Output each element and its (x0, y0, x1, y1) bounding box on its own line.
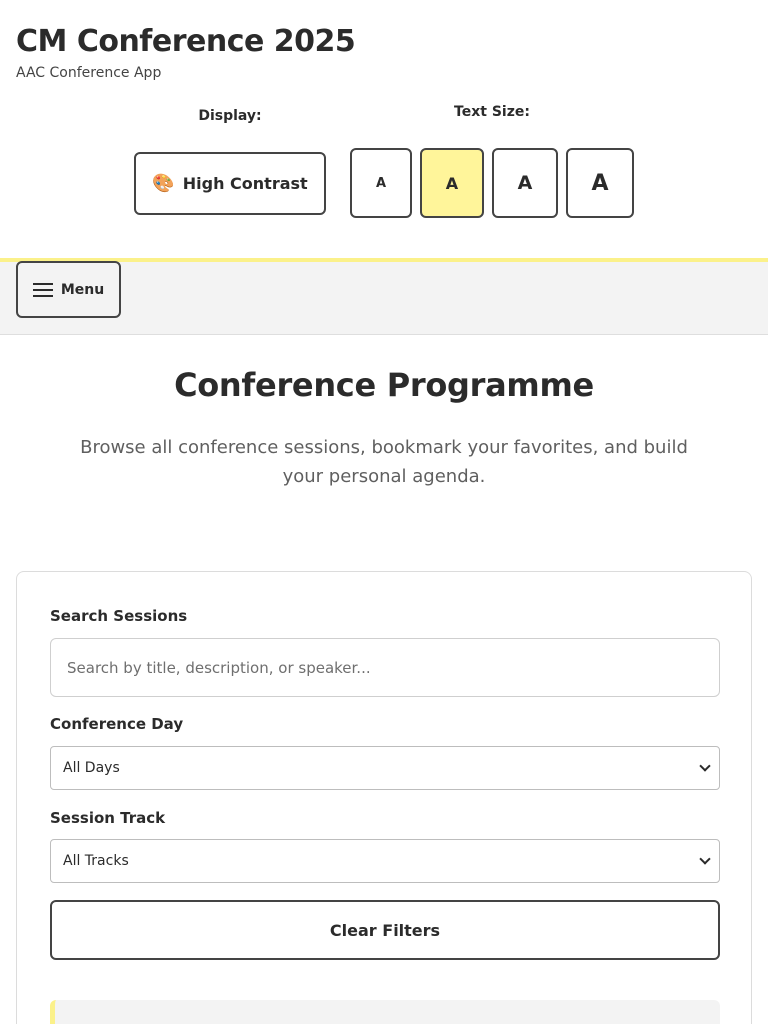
site-header: CM Conference 2025 AAC Conference App Di… (0, 0, 768, 262)
app-title: CM Conference 2025 (16, 24, 356, 59)
display-label: Display: (198, 108, 262, 124)
text-size-small-label: A (375, 175, 387, 191)
track-select[interactable]: All Tracks (50, 839, 720, 883)
menu-label: Menu (60, 281, 105, 298)
clear-filters-button[interactable]: Clear Filters (50, 900, 720, 960)
high-contrast-label: High Contrast (182, 174, 308, 193)
hamburger-icon (32, 282, 53, 297)
text-size-xlarge-button[interactable]: A (566, 148, 634, 218)
page-title: Conference Programme (174, 366, 594, 404)
page-intro: Browse all conference sessions, bookmark… (80, 437, 688, 487)
filter-card: Search Sessions Conference Day All Days … (16, 571, 752, 1024)
text-size-xlarge-label: A (591, 170, 609, 196)
text-size-label: Text Size: (454, 104, 530, 120)
day-select[interactable]: All Days (50, 746, 720, 790)
navbar: Menu (0, 261, 768, 335)
text-size-large-label: A (517, 172, 533, 194)
text-size-medium-button[interactable]: A (420, 148, 484, 218)
search-label: Search Sessions (50, 607, 188, 625)
chevron-down-icon (699, 760, 711, 772)
app-subtitle: AAC Conference App (16, 65, 162, 81)
day-select-value: All Days (63, 760, 120, 776)
day-label: Conference Day (50, 715, 184, 733)
menu-button[interactable]: Menu (16, 261, 121, 318)
high-contrast-button[interactable]: 🎨 High Contrast (134, 152, 326, 215)
text-size-large-button[interactable]: A (492, 148, 558, 218)
results-notice (50, 1000, 720, 1024)
text-size-small-button[interactable]: A (350, 148, 412, 218)
track-label: Session Track (50, 809, 166, 827)
search-input[interactable] (50, 638, 720, 697)
track-select-value: All Tracks (63, 853, 129, 869)
palette-icon: 🎨 (152, 172, 175, 194)
text-size-medium-label: A (445, 173, 459, 193)
chevron-down-icon (699, 853, 711, 865)
